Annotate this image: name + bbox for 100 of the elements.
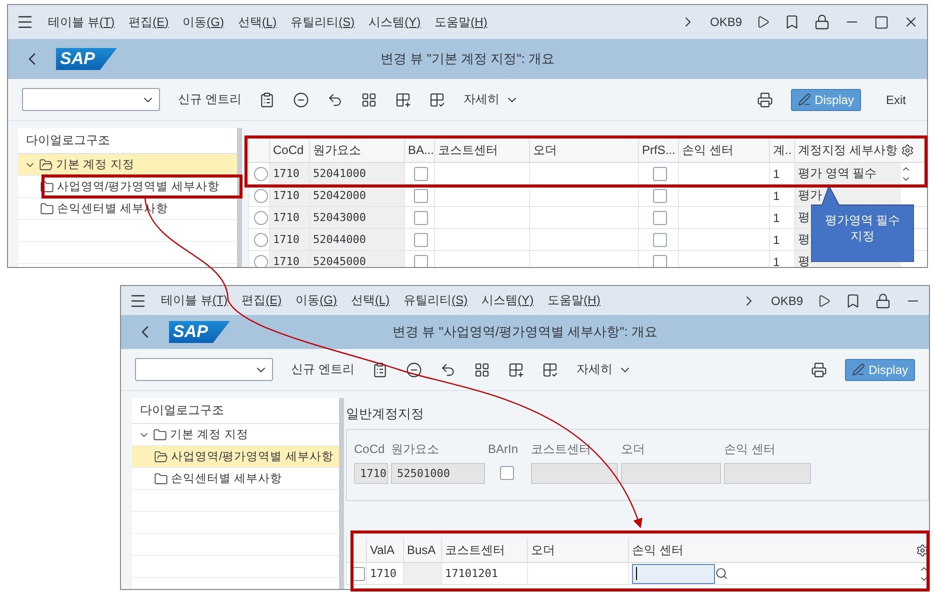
pen-icon [798,93,811,106]
window-title: 변경 뷰 "기본 계정 지정": 개요 [380,51,554,66]
deselect-icon[interactable] [429,92,446,108]
table-cell: 52045000 [309,251,404,267]
checkbox[interactable] [414,210,428,224]
menu-item[interactable]: 편집(E) [128,14,169,30]
profit-center-input[interactable] [632,564,715,584]
row-selector[interactable] [254,232,268,246]
new-entry-button[interactable]: 신규 엔트리 [178,91,242,108]
select-all-icon[interactable] [361,92,378,108]
menu-item[interactable]: 유틸리티(S) [404,292,468,309]
menu-item[interactable]: 시스템(Y) [368,14,421,30]
menu-item[interactable]: 테이블 뷰(T) [161,292,228,309]
undo-icon[interactable] [327,92,344,108]
copy-icon[interactable] [259,92,276,108]
column-header[interactable]: BusA [407,543,436,557]
lock-icon[interactable] [875,292,891,308]
column-header[interactable]: 손익 센터 [632,542,684,558]
new-entry-button[interactable]: 신규 엔트리 [291,361,354,378]
delete-icon[interactable] [293,92,310,108]
logo: SAP [169,321,230,343]
column-header[interactable]: CoCd [273,143,304,157]
row-selector[interactable] [254,166,268,180]
checkbox[interactable] [653,232,667,246]
checkbox[interactable] [414,166,428,180]
order-field[interactable] [621,462,721,484]
checkbox[interactable] [414,254,428,267]
menu-item[interactable]: 이동(G) [182,14,224,30]
checkbox[interactable] [414,232,428,246]
column-header[interactable]: 계정지정 세부사항 [798,142,898,158]
checkbox[interactable] [653,188,667,202]
lock-icon[interactable] [814,14,830,30]
field-label: CoCd [354,442,386,456]
checkbox[interactable] [414,188,428,202]
deselect-icon[interactable] [542,362,558,378]
checkbox[interactable] [653,254,667,267]
menu-item[interactable]: 유틸리티(S) [290,14,355,30]
column-header[interactable]: 오더 [531,542,555,558]
open-folder-icon [39,158,53,172]
bookmark-icon[interactable] [845,292,861,308]
menu-item[interactable]: 시스템(Y) [482,292,534,309]
settings-icon[interactable] [916,544,929,556]
column-header[interactable]: 손익 센터 [682,142,734,158]
play-icon[interactable] [756,15,770,29]
checkbox[interactable] [500,466,514,480]
transaction-code: OKB9 [710,15,742,29]
menu-item[interactable]: 선택(L) [351,292,390,309]
variant-dropdown[interactable] [22,88,160,111]
menu-item[interactable]: 선택(L) [238,14,277,30]
field-label: 코스트센터 [531,440,592,458]
menu-item[interactable]: 테이블 뷰(T) [48,14,115,30]
column-header[interactable]: PrfS... [642,143,676,157]
tree-item[interactable]: 사업영역/평가영역별 세부사항 [132,446,339,468]
value-help-icon[interactable] [715,567,728,580]
column-header[interactable]: 코스트센터 [445,542,505,558]
copy-icon[interactable] [372,362,388,378]
menu-item[interactable]: 이동(G) [296,292,337,309]
settings-icon[interactable] [901,144,914,156]
bookmark-icon[interactable] [784,14,800,30]
cost-element-field[interactable]: 52501000 [391,462,485,484]
menu-item[interactable]: 도움말(H) [434,14,488,30]
column-header[interactable]: 코스트센터 [438,142,498,158]
menu-item[interactable]: 도움말(H) [548,292,600,309]
table-cell: 평가 영역 필수 [794,163,901,184]
tree-item[interactable]: 기본 계정 지정 [18,154,237,176]
delete-icon[interactable] [406,362,422,378]
column-header[interactable]: 오더 [533,142,557,158]
exit-button[interactable]: Exit [878,88,913,110]
more-menu[interactable]: 자세히 [576,361,632,378]
row-selector[interactable] [254,210,268,224]
print-icon[interactable] [810,362,827,378]
menu-item[interactable]: 편집(E) [242,292,282,309]
folder-icon [40,180,54,194]
menu-icon[interactable] [16,13,34,31]
select-block-icon[interactable] [395,92,412,108]
cost-center-field[interactable] [531,462,618,484]
pen-icon [852,363,865,376]
maximize-icon[interactable] [874,14,889,30]
row-selector[interactable] [254,254,268,267]
column-header[interactable]: BA... [408,143,434,157]
variant-dropdown[interactable] [135,358,273,381]
section-title: 일반계정지정 [346,405,425,423]
field-label: 손익 센터 [724,440,776,458]
checkbox[interactable] [653,166,667,180]
undo-icon[interactable] [440,362,456,378]
field-label: 오더 [621,440,646,458]
more-menu[interactable]: 자세히 [463,91,520,108]
select-all-icon[interactable] [474,362,490,378]
profit-center-field[interactable] [724,462,811,484]
table-cell: 52043000 [309,207,404,228]
column-header[interactable]: 원가요소 [313,142,361,158]
play-icon[interactable] [817,294,831,308]
column-header[interactable]: 계.. [773,142,792,158]
checkbox[interactable] [653,210,667,224]
column-header[interactable]: ValA [370,543,394,557]
select-block-icon[interactable] [508,362,524,378]
cocd-field[interactable]: 1710 [354,462,388,484]
table-cell: 1710 [269,229,309,250]
row-selector[interactable] [254,188,268,202]
print-icon[interactable] [756,92,773,108]
